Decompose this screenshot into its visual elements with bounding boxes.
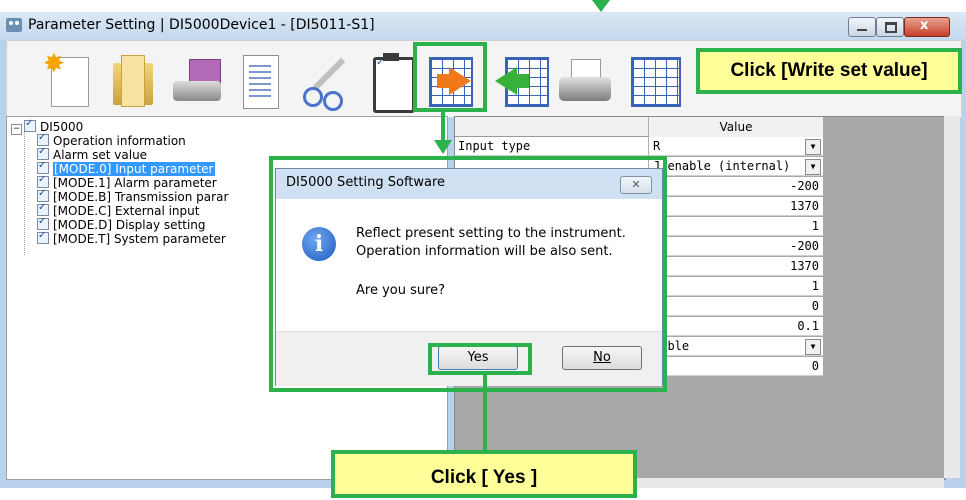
parameter-value-cell[interactable]: R ▼ bbox=[649, 137, 823, 156]
collapse-icon[interactable]: − bbox=[11, 124, 22, 135]
parameter-value-cell[interactable]: 1370 bbox=[649, 197, 823, 216]
document-icon[interactable] bbox=[235, 53, 287, 111]
parameter-value-cell[interactable]: 0.1 bbox=[649, 317, 823, 336]
checkbox-icon[interactable] bbox=[37, 188, 49, 202]
tree-item-label: [MODE.C] External input bbox=[53, 204, 200, 218]
parameter-value-cell[interactable]: -200 bbox=[649, 237, 823, 256]
tree-item-mode-d[interactable]: [MODE.D] Display setting bbox=[37, 216, 206, 232]
parameter-value-cell[interactable]: -200 bbox=[649, 177, 823, 196]
checkbox-icon[interactable] bbox=[24, 118, 36, 132]
tree-item-label: [MODE.0] Input parameter bbox=[53, 162, 215, 176]
tree-item-mode-t[interactable]: [MODE.T] System parameter bbox=[37, 230, 226, 246]
table-row[interactable]: Input type R ▼ bbox=[455, 137, 823, 157]
paste-clipboard-icon[interactable] bbox=[365, 53, 417, 113]
write-connector-line bbox=[441, 112, 445, 142]
value-column-header: Value bbox=[649, 117, 823, 138]
tree-root[interactable]: − DI5000 bbox=[11, 118, 84, 135]
parameter-value-text: -200 bbox=[790, 239, 819, 253]
open-folder-icon[interactable] bbox=[107, 53, 159, 111]
read-set-value-icon[interactable] bbox=[495, 53, 549, 111]
minimize-button[interactable] bbox=[848, 17, 876, 37]
parameter-value-text: 1370 bbox=[790, 259, 819, 273]
parameter-value-text: 0.1 bbox=[797, 319, 819, 333]
minimize-icon bbox=[857, 29, 867, 31]
cut-scissors-icon[interactable] bbox=[301, 53, 353, 111]
parameter-value-cell[interactable]: 1370 bbox=[649, 257, 823, 276]
parameter-value-cell[interactable]: 1 bbox=[649, 217, 823, 236]
parameter-value-text: 1370 bbox=[790, 199, 819, 213]
maximize-icon bbox=[885, 22, 897, 33]
tree-item-mode-1[interactable]: [MODE.1] Alarm parameter bbox=[37, 174, 217, 190]
checkbox-icon[interactable] bbox=[37, 132, 49, 146]
parameter-value-cell[interactable]: sable ▼ bbox=[649, 337, 823, 356]
close-icon: x bbox=[920, 18, 929, 33]
tree-item-label: Operation information bbox=[53, 134, 186, 148]
parameter-value-cell[interactable]: J enable (internal) ▼ bbox=[649, 157, 823, 176]
new-icon[interactable]: ✸ bbox=[43, 49, 95, 111]
tree-item-label: [MODE.T] System parameter bbox=[53, 232, 226, 246]
tree-item-alarm-set-value[interactable]: Alarm set value bbox=[37, 146, 148, 162]
dropdown-arrow-icon[interactable]: ▼ bbox=[805, 339, 821, 355]
close-button[interactable]: x bbox=[904, 17, 950, 37]
maximize-button[interactable] bbox=[876, 17, 904, 37]
yes-callout: Click [ Yes ] bbox=[331, 450, 637, 498]
yes-button-highlight bbox=[428, 343, 532, 375]
checkbox-icon[interactable] bbox=[37, 230, 49, 244]
write-connector-arrow bbox=[434, 140, 452, 154]
tree-item-label: [MODE.1] Alarm parameter bbox=[53, 176, 217, 190]
tree-item-label: [MODE.D] Display setting bbox=[53, 218, 206, 232]
tree-item-mode-c[interactable]: [MODE.C] External input bbox=[37, 202, 200, 218]
write-button-highlight bbox=[413, 42, 487, 112]
parameter-value-text: 1 bbox=[811, 219, 819, 233]
save-disk-icon[interactable] bbox=[171, 53, 223, 111]
checkbox-icon[interactable] bbox=[37, 146, 49, 160]
parameter-value-text: 0 bbox=[811, 299, 819, 313]
parameter-value-text: J enable (internal) bbox=[653, 159, 791, 173]
parameter-value-text: 1 bbox=[811, 279, 819, 293]
parameter-name-cell: Input type bbox=[455, 137, 649, 156]
tree-item-operation-information[interactable]: Operation information bbox=[37, 132, 186, 148]
checkbox-icon[interactable] bbox=[37, 216, 49, 230]
print-icon[interactable] bbox=[559, 53, 611, 111]
app-icon bbox=[6, 18, 22, 32]
parameter-value-cell[interactable]: 0 bbox=[649, 297, 823, 316]
tree-item-mode-0[interactable]: [MODE.0] Input parameter bbox=[37, 160, 215, 176]
vertical-scrollbar[interactable] bbox=[944, 116, 960, 478]
parameter-value-cell[interactable]: 1 bbox=[649, 277, 823, 296]
write-set-value-callout: Click [Write set value] bbox=[696, 48, 962, 94]
checkbox-icon[interactable] bbox=[37, 160, 49, 174]
print-preview-icon[interactable] bbox=[631, 53, 683, 111]
title-bar: Parameter Setting | DI5000Device1 - [DI5… bbox=[0, 12, 966, 40]
checkbox-icon[interactable] bbox=[37, 202, 49, 216]
tree-item-label: [MODE.B] Transmission parar bbox=[53, 190, 229, 204]
tree-item-mode-b[interactable]: [MODE.B] Transmission parar bbox=[37, 188, 229, 204]
parameter-value-text: -200 bbox=[790, 179, 819, 193]
parameter-value-text: 0 bbox=[811, 359, 819, 373]
dropdown-arrow-icon[interactable]: ▼ bbox=[805, 159, 821, 175]
parameter-value-text: R bbox=[653, 139, 661, 153]
parameter-value-cell[interactable]: 0 bbox=[649, 357, 823, 376]
tree-root-label: DI5000 bbox=[40, 120, 84, 134]
yes-connector-line bbox=[483, 375, 487, 453]
dropdown-arrow-icon[interactable]: ▼ bbox=[805, 139, 821, 155]
name-column-header bbox=[455, 117, 649, 137]
tree-item-label: Alarm set value bbox=[53, 148, 148, 162]
window-title: Parameter Setting | DI5000Device1 - [DI5… bbox=[28, 17, 375, 33]
checkbox-icon[interactable] bbox=[37, 174, 49, 188]
top-annotation-arrow bbox=[592, 0, 610, 12]
